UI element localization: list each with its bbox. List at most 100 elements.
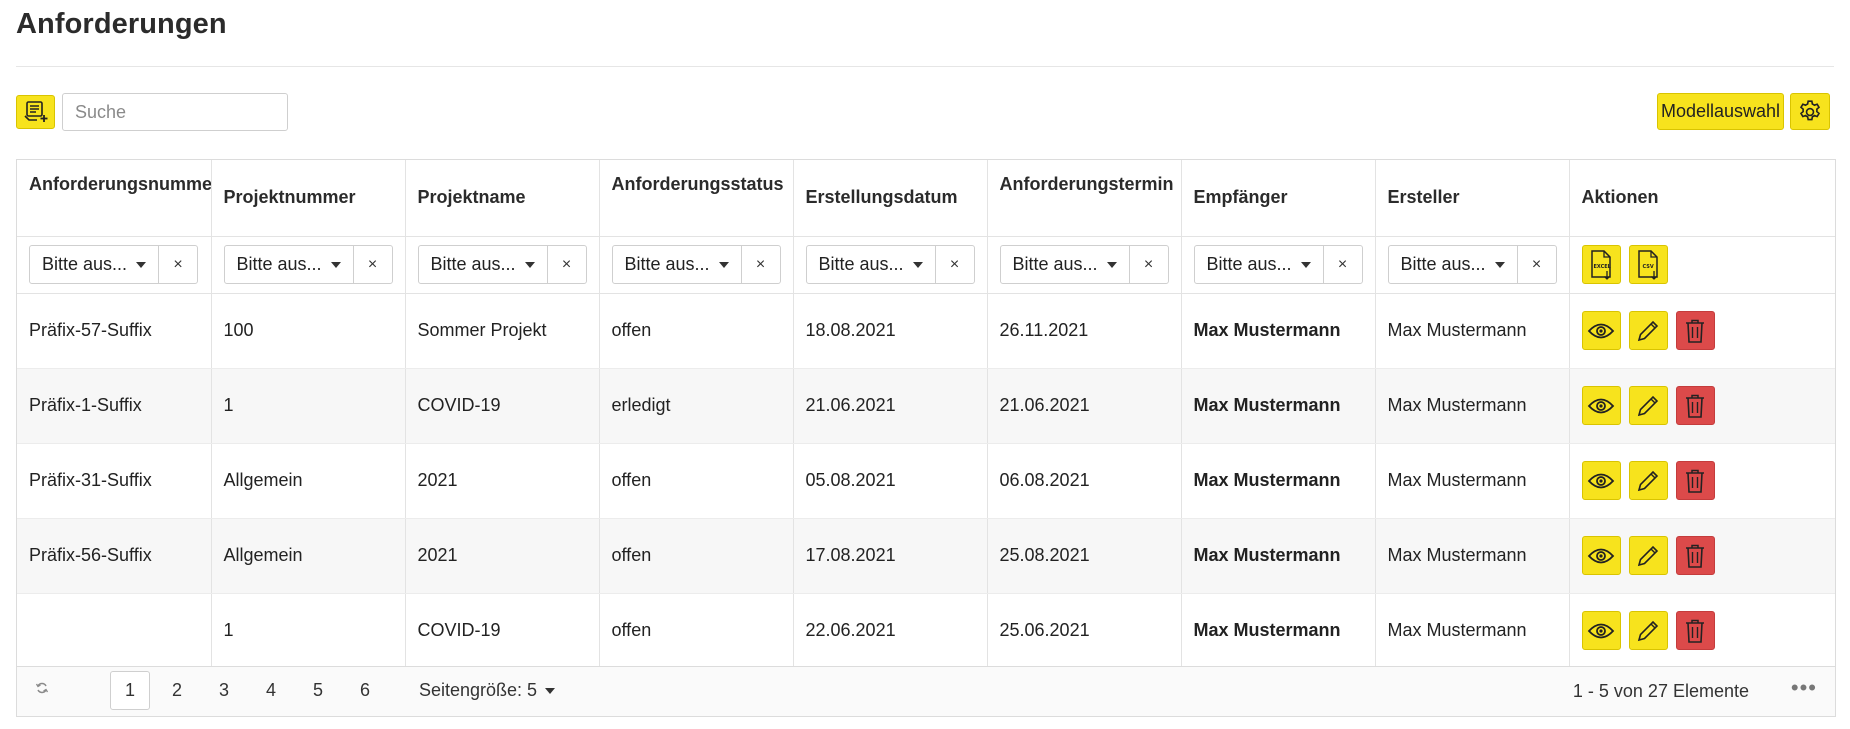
- table-row[interactable]: Präfix-31-Suffix Allgemein 2021 offen 05…: [17, 443, 1835, 519]
- eye-icon: [1587, 548, 1615, 563]
- pencil-icon: [1637, 545, 1659, 566]
- page-button[interactable]: 6: [345, 671, 385, 710]
- export-cell: EXCEL CSV: [1569, 236, 1835, 294]
- delete-button[interactable]: [1675, 461, 1715, 500]
- pager: 1 2 3 4 5 6 Seitengröße: 5 1 - 5 von 27 …: [17, 666, 1835, 716]
- search-input[interactable]: [62, 93, 288, 131]
- edit-button[interactable]: [1628, 461, 1668, 500]
- filter-cell: Bitte aus... ×: [599, 236, 794, 294]
- column-header[interactable]: Projektname: [405, 160, 600, 237]
- add-request-button[interactable]: [16, 95, 55, 129]
- filter-clear-button[interactable]: ×: [548, 246, 586, 283]
- view-button[interactable]: [1581, 461, 1621, 500]
- eye-icon: [1587, 473, 1615, 488]
- view-button[interactable]: [1581, 311, 1621, 350]
- filter-cell: Bitte aus... ×: [405, 236, 600, 294]
- filter-cell: Bitte aus... ×: [793, 236, 988, 294]
- page-button-current[interactable]: 1: [110, 671, 150, 710]
- caret-down-icon: [1106, 261, 1117, 268]
- view-button[interactable]: [1581, 386, 1621, 425]
- column-header[interactable]: Ersteller: [1375, 160, 1570, 237]
- more-options-icon[interactable]: •••: [1791, 675, 1817, 701]
- edit-button[interactable]: [1628, 311, 1668, 350]
- page-button[interactable]: 5: [298, 671, 338, 710]
- filter-clear-button[interactable]: ×: [742, 246, 780, 283]
- pencil-icon: [1637, 620, 1659, 641]
- column-header[interactable]: Empfänger: [1181, 160, 1376, 237]
- page-title: Anforderungen: [16, 8, 227, 40]
- filter-dropdown[interactable]: Bitte aus...: [30, 246, 159, 283]
- column-header[interactable]: Projektnummer: [211, 160, 406, 237]
- cell-projektnummer: 100: [211, 293, 406, 369]
- table-row[interactable]: Präfix-56-Suffix Allgemein 2021 offen 17…: [17, 518, 1835, 594]
- filter-row: Bitte aus... × Bitte aus... × Bitte aus.…: [17, 236, 1835, 294]
- delete-button[interactable]: [1675, 311, 1715, 350]
- filter-cell: Bitte aus... ×: [17, 236, 212, 294]
- caret-down-icon: [524, 261, 535, 268]
- column-header[interactable]: Anforderungsnummer: [17, 160, 212, 237]
- edit-button[interactable]: [1628, 611, 1668, 651]
- delete-button[interactable]: [1675, 611, 1715, 651]
- cell-status: offen: [599, 293, 794, 369]
- cell-anforderungstermin: 25.08.2021: [987, 518, 1182, 594]
- filter-dropdown-label: Bitte aus...: [818, 254, 904, 274]
- column-filter: Bitte aus... ×: [1387, 245, 1557, 284]
- delete-button[interactable]: [1675, 536, 1715, 575]
- filter-dropdown[interactable]: Bitte aus...: [1389, 246, 1518, 283]
- cell-empfaenger: Max Mustermann: [1181, 593, 1376, 668]
- model-selection-button[interactable]: Modellauswahl: [1657, 93, 1784, 130]
- page-button[interactable]: 2: [157, 671, 197, 710]
- filter-dropdown[interactable]: Bitte aus...: [613, 246, 742, 283]
- filter-clear-button[interactable]: ×: [1518, 246, 1556, 283]
- cell-ersteller: Max Mustermann: [1375, 593, 1570, 668]
- cell-aktionen: [1569, 368, 1835, 444]
- title-divider: [16, 66, 1834, 67]
- filter-dropdown[interactable]: Bitte aus...: [807, 246, 936, 283]
- filter-dropdown[interactable]: Bitte aus...: [1001, 246, 1130, 283]
- cell-projektname: 2021: [405, 443, 600, 519]
- filter-dropdown[interactable]: Bitte aus...: [225, 246, 354, 283]
- export-csv-button[interactable]: CSV: [1628, 245, 1668, 284]
- cell-anforderungstermin: 21.06.2021: [987, 368, 1182, 444]
- table-row[interactable]: Präfix-57-Suffix 100 Sommer Projekt offe…: [17, 293, 1835, 369]
- cell-status: offen: [599, 443, 794, 519]
- filter-clear-button[interactable]: ×: [936, 246, 974, 283]
- column-header[interactable]: Erstellungsdatum: [793, 160, 988, 237]
- edit-button[interactable]: [1628, 386, 1668, 425]
- cell-ersteller: Max Mustermann: [1375, 518, 1570, 594]
- table-row[interactable]: Präfix-1-Suffix 1 COVID-19 erledigt 21.0…: [17, 368, 1835, 444]
- cell-projektnummer: 1: [211, 368, 406, 444]
- filter-clear-button[interactable]: ×: [354, 246, 392, 283]
- cell-projektnummer: 1: [211, 593, 406, 668]
- column-header[interactable]: Anforderungstermin: [987, 160, 1182, 237]
- cell-aktionen: [1569, 293, 1835, 369]
- refresh-button[interactable]: [35, 681, 49, 700]
- filter-dropdown[interactable]: Bitte aus...: [1195, 246, 1324, 283]
- column-header[interactable]: Anforderungsstatus: [599, 160, 794, 237]
- eye-icon: [1587, 323, 1615, 338]
- filter-clear-button[interactable]: ×: [1324, 246, 1362, 283]
- table-row[interactable]: 1 COVID-19 offen 22.06.2021 25.06.2021 M…: [17, 593, 1835, 668]
- delete-button[interactable]: [1675, 386, 1715, 425]
- filter-clear-button[interactable]: ×: [1130, 246, 1168, 283]
- view-button[interactable]: [1581, 536, 1621, 575]
- filter-dropdown[interactable]: Bitte aus...: [419, 246, 548, 283]
- column-filter: Bitte aus... ×: [805, 245, 975, 284]
- filter-dropdown-label: Bitte aus...: [1012, 254, 1098, 274]
- page-button[interactable]: 3: [204, 671, 244, 710]
- cell-projektnummer: Allgemein: [211, 518, 406, 594]
- settings-button[interactable]: [1790, 93, 1830, 130]
- add-request-icon: [23, 101, 47, 122]
- page-size-dropdown[interactable]: Seitengröße: 5: [419, 680, 556, 701]
- page-button[interactable]: 4: [251, 671, 291, 710]
- export-excel-button[interactable]: EXCEL: [1581, 245, 1621, 284]
- edit-button[interactable]: [1628, 536, 1668, 575]
- cell-empfaenger: Max Mustermann: [1181, 293, 1376, 369]
- filter-clear-button[interactable]: ×: [159, 246, 197, 283]
- svg-text:CSV: CSV: [1643, 264, 1654, 270]
- cell-status: offen: [599, 593, 794, 668]
- column-filter: Bitte aus... ×: [999, 245, 1169, 284]
- view-button[interactable]: [1581, 611, 1621, 651]
- trash-icon: [1686, 469, 1704, 493]
- row-actions: [1581, 386, 1824, 425]
